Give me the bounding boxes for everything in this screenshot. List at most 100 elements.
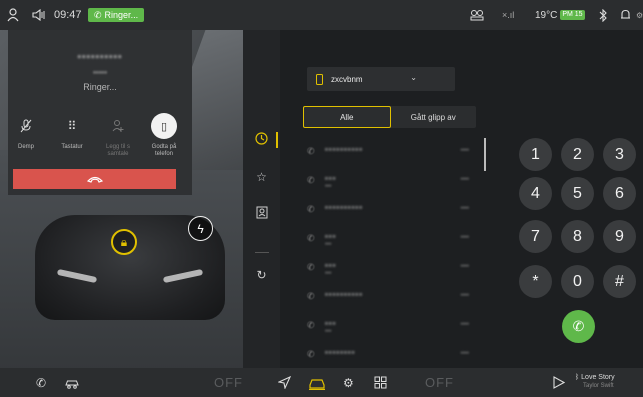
hangup-button[interactable] [13, 169, 176, 189]
car-headlight-right [162, 268, 204, 284]
settings-button[interactable]: ⚙ [343, 368, 354, 397]
contacts-tab[interactable] [243, 206, 280, 222]
clock-time: 09:47 [54, 9, 82, 21]
phone-device-icon [316, 73, 323, 85]
navigation-button[interactable] [278, 368, 291, 397]
mute-icon [4, 112, 48, 140]
contact-sub: ••• [325, 184, 332, 190]
key-4[interactable]: 4 [519, 177, 552, 210]
car-status-icon [470, 0, 484, 30]
car-icon [309, 378, 325, 390]
recents-tab[interactable] [243, 132, 280, 148]
list-item[interactable]: ✆ •••••••••• •••• [303, 196, 479, 225]
bluetooth-icon[interactable] [598, 0, 608, 30]
call-time: •••• [460, 293, 469, 299]
phone-icon: ✆ [572, 318, 585, 334]
device-selector[interactable]: zxcvbnm ⌄ [307, 67, 455, 91]
person-icon[interactable] [7, 0, 19, 30]
hangup-icon [86, 176, 103, 183]
call-filter-tabs: Alle Gått glipp av [303, 106, 476, 128]
key-star[interactable]: * [519, 265, 552, 298]
call-time: •••• [460, 177, 469, 183]
key-0[interactable]: 0 [561, 265, 594, 298]
contact-name: ••• [325, 319, 337, 328]
temperature-value: 19°C [535, 9, 558, 21]
contact-sub: ••• [325, 329, 332, 335]
temperature: 19°C PM 15 [535, 0, 585, 30]
phone-app-button[interactable]: ✆ [36, 368, 46, 397]
dial-button[interactable]: ✆ [562, 310, 595, 343]
charge-button[interactable]: ϟ [188, 216, 213, 241]
call-time: •••• [460, 322, 469, 328]
keypad-icon: ⠿ [67, 119, 77, 133]
bottom-bar: ✆ OFF ⚙ OFF ᛒ Love Story Taylor Swift [0, 368, 643, 397]
climate-right-status[interactable]: OFF [425, 368, 454, 397]
key-2[interactable]: 2 [561, 138, 594, 171]
call-list: ✆ •••••••••• •••• ✆ ••• ••• •••• ✆ •••••••••• •… [303, 138, 479, 370]
accept-on-phone-label: Godta på telefon [151, 144, 177, 157]
call-time: •••• [460, 351, 469, 357]
lock-button[interactable]: 🔒︎ [111, 229, 137, 255]
caller-number: ••••• [92, 68, 107, 77]
tab-missed[interactable]: Gått glipp av [391, 106, 477, 128]
refresh-icon: ↻ [256, 268, 267, 282]
ringer-status[interactable]: ✆ Ringer... [88, 0, 145, 30]
phone-handset-icon: ▯ [151, 113, 177, 139]
charge-icon: ϟ [197, 221, 204, 236]
play-button[interactable] [553, 368, 565, 397]
list-item[interactable]: ✆ ••• ••• •••• [303, 254, 479, 283]
car-button[interactable] [308, 368, 326, 397]
tab-all[interactable]: Alle [303, 106, 391, 128]
list-item[interactable]: ✆ •••••••• •••• [303, 341, 479, 370]
key-9[interactable]: 9 [603, 220, 636, 253]
call-type-icon: ✆ [307, 291, 315, 301]
apps-button[interactable] [374, 368, 387, 397]
car-settings-icon [65, 380, 79, 389]
ringer-pill-label: Ringer... [104, 10, 139, 20]
contact-sub: ••• [325, 271, 332, 277]
phone-panel: ☆ ↻ zxcvbnm ⌄ Alle Gått glipp av ✆ ••••••… [243, 30, 643, 368]
favorites-tab[interactable]: ☆ [243, 170, 280, 184]
key-8[interactable]: 8 [561, 220, 594, 253]
volume-icon[interactable] [32, 0, 46, 30]
list-item[interactable]: ✆ •••••••••• •••• [303, 283, 479, 312]
call-list-scrollbar[interactable] [484, 138, 486, 171]
key-5[interactable]: 5 [561, 177, 594, 210]
list-item[interactable]: ✆ ••• ••• •••• [303, 312, 479, 341]
key-3[interactable]: 3 [603, 138, 636, 171]
phone-icon: ✆ [94, 9, 102, 20]
key-6[interactable]: 6 [603, 177, 636, 210]
clock-icon [255, 132, 268, 145]
call-type-icon: ✆ [307, 204, 315, 214]
star-icon: ☆ [256, 170, 267, 184]
key-1[interactable]: 1 [519, 138, 552, 171]
list-item[interactable]: ✆ ••• ••• •••• [303, 225, 479, 254]
add-call-button[interactable]: Legg til s samtale [96, 112, 140, 158]
contact-name: •••••••••• [325, 290, 364, 299]
rail-divider [255, 252, 269, 253]
contact-name: •••••••• [325, 348, 356, 357]
accept-on-phone-button[interactable]: ▯ Godta på telefon [142, 112, 186, 158]
settings-icon[interactable]: ⚙ [636, 0, 643, 30]
now-playing[interactable]: ᛒ Love Story Taylor Swift [575, 374, 615, 390]
device-name: zxcvbnm [331, 74, 363, 84]
key-7[interactable]: 7 [519, 220, 552, 253]
call-type-icon: ✆ [307, 320, 315, 330]
play-icon [553, 376, 565, 389]
climate-left-status[interactable]: OFF [214, 368, 243, 397]
mute-button[interactable]: Demp [4, 112, 48, 151]
contacts-icon [256, 206, 267, 219]
key-hash[interactable]: # [603, 265, 636, 298]
contact-name: •••••••••• [325, 203, 364, 212]
bell-icon[interactable] [620, 0, 631, 30]
apps-icon [374, 376, 387, 389]
call-type-icon: ✆ [307, 349, 315, 359]
list-item[interactable]: ✆ ••• ••• •••• [303, 167, 479, 196]
call-time: •••• [460, 148, 469, 154]
keypad-button[interactable]: ⠿ Tastatur [50, 112, 94, 151]
signal-icon: ×.ıl [502, 10, 515, 20]
gear-icon: ⚙ [343, 375, 354, 390]
sync-button[interactable]: ↻ [243, 268, 280, 282]
list-item[interactable]: ✆ •••••••••• •••• [303, 138, 479, 167]
car-settings-button[interactable] [64, 368, 80, 397]
